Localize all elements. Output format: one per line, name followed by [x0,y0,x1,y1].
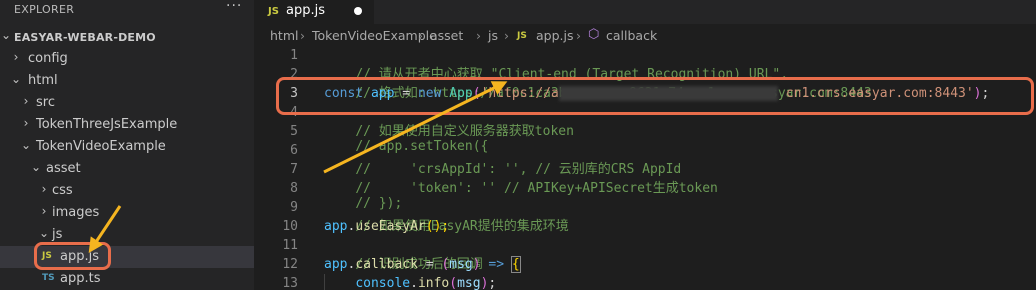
tree-item-label: TokenVideoExample [36,139,166,154]
tree-item-app-ts[interactable]: TS app.ts [0,268,254,290]
line-number: 10 [282,219,298,234]
tree-item-label: js [52,227,63,242]
parameter: msg [449,257,473,272]
chevron-down-icon: ⌄ [30,160,42,174]
chevron-right-icon: › [23,116,29,130]
tree-item-label: EASYAR-WEBAR-DEMO [14,31,156,44]
call-suffix: (); [425,219,450,234]
variable: app [324,257,348,272]
tree-item-src[interactable]: › src [0,92,254,114]
breadcrumb-separator-icon: › [476,28,481,43]
tree-item-label: config [28,51,68,66]
explorer-title: EXPLORER [14,3,75,16]
chevron-right-icon: › [23,94,29,108]
tree-item-label: css [52,183,73,198]
tree-item-tokenthreejsexample[interactable]: › TokenThreeJsExample [0,114,254,136]
line-number: 1 [290,48,298,63]
variable: console [355,276,411,290]
breadcrumb-callback[interactable]: callback [606,28,657,43]
chevron-down-icon: ⌄ [20,138,32,152]
code-line-10: app.useEasyAr(); [324,219,449,234]
breadcrumb-app-js[interactable]: app.js [536,28,574,43]
tree-item-label: app.ts [60,271,101,286]
tree-item-config[interactable]: › config [0,48,254,70]
comment: // 'token': '' // APIKey+APISecret生成toke… [355,181,718,196]
unsaved-dot-icon[interactable] [354,7,362,15]
chevron-right-icon: › [41,182,47,196]
chevron-down-icon: ⌄ [38,226,50,240]
more-actions-icon[interactable]: ··· [226,0,242,14]
paren: ( [449,276,458,290]
breadcrumb-asset[interactable]: asset [430,28,463,43]
semicolon: ; [488,276,497,290]
function-name: info [417,276,450,290]
tree-item-label: src [36,95,55,110]
editor-tab-bar: JS app.js [254,0,1036,24]
breadcrumb-html[interactable]: html [270,28,298,43]
tree-item-tokenvideoexample[interactable]: ⌄ TokenVideoExample [0,136,254,158]
chevron-down-icon: ⌄ [10,72,22,86]
cube-icon: ⬡ [588,27,600,42]
brace: { [510,256,521,273]
breadcrumb-separator-icon: › [576,28,581,43]
arrow-operator: => [488,257,505,272]
operator: = [417,257,442,272]
javascript-file-icon: JS [268,6,279,17]
line-number: 6 [290,143,298,158]
line-number: 8 [290,181,298,196]
tab-label: app.js [286,3,325,18]
line-number: 9 [290,200,298,215]
breadcrumb-separator-icon: › [300,28,305,43]
explorer-header: EXPLORER ··· [0,0,254,22]
code-line-12: app.callback = (msg) => { [324,256,521,273]
argument: msg [457,276,481,290]
line-number: 7 [290,162,298,177]
tree-item-css[interactable]: › css [0,180,254,202]
tree-item-label: TokenThreeJsExample [36,117,178,132]
breadcrumb-separator-icon: › [418,28,423,43]
breadcrumb: html › TokenVideoExample › asset › js › … [254,26,1036,46]
tree-item-html[interactable]: ⌄ html [0,70,254,92]
tree-item-label: asset [46,161,81,176]
explorer-sidebar: EXPLORER ··· ⌄ EASYAR-WEBAR-DEMO › confi… [0,0,254,290]
function-name: useEasyAr [355,219,426,234]
tab-app-js[interactable]: JS app.js [254,0,374,24]
javascript-file-icon: JS [517,31,527,41]
annotation-box-line-3 [276,77,1034,115]
property: callback [355,257,418,272]
annotation-box-app-js [34,242,111,270]
tree-item-label: html [28,73,58,88]
breadcrumb-separator-icon: › [504,28,509,43]
paren: ) [472,257,481,272]
code-line-13: console.info(msg); [324,276,496,290]
line-number: 13 [282,276,298,290]
code-editor[interactable]: 1 2 3 4 5 6 7 8 9 10 11 12 13 // 请从开者中心获… [254,46,1036,290]
dot: . [410,276,418,290]
line-number: 12 [282,257,298,272]
breadcrumb-js[interactable]: js [488,28,498,43]
tree-item-asset[interactable]: ⌄ asset [0,158,254,180]
chevron-right-icon: › [13,50,19,64]
chevron-down-icon: ⌄ [0,28,12,42]
variable: app [324,219,348,234]
chevron-right-icon: › [41,204,47,218]
tree-item-label: images [52,205,100,220]
typescript-file-icon: TS [42,273,55,283]
line-number: 5 [290,124,298,139]
tree-item-project-root[interactable]: ⌄ EASYAR-WEBAR-DEMO [0,26,254,48]
line-number: 11 [282,238,298,253]
tree-item-images[interactable]: › images [0,202,254,224]
